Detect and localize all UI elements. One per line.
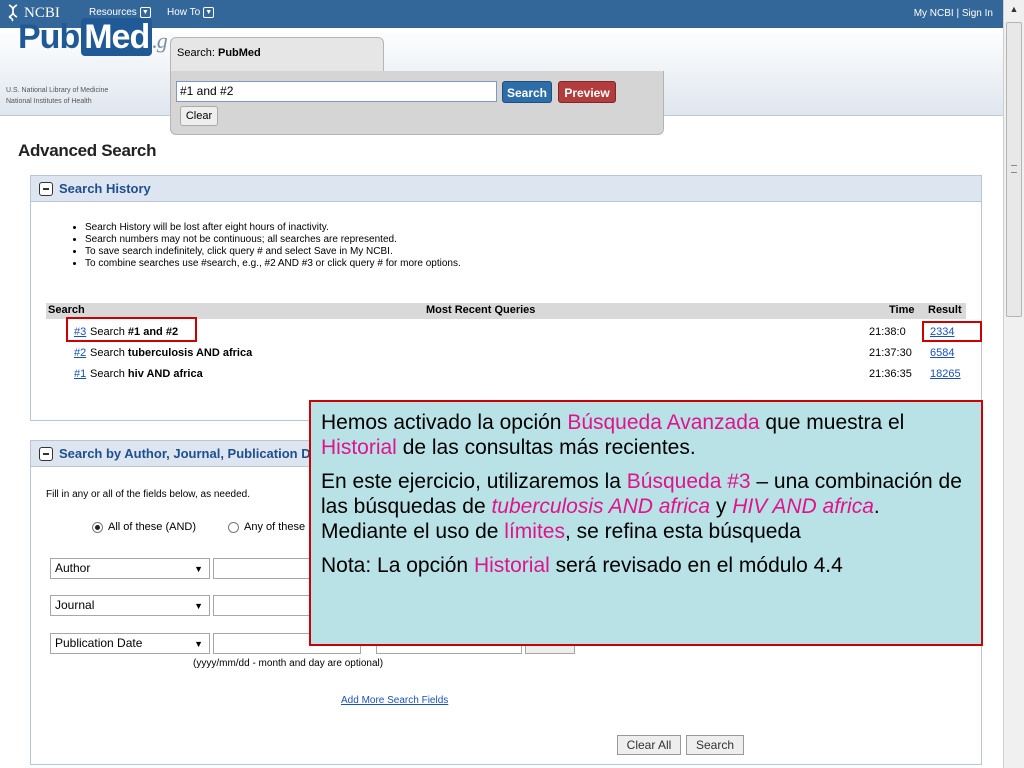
callout-text: que muestra el — [759, 411, 905, 434]
callout-text: Hemos activado la opción — [321, 411, 568, 434]
col-search: Search — [48, 304, 85, 316]
search-history-title: Search History — [59, 181, 151, 196]
scroll-grip-icon — [1011, 165, 1017, 173]
logo-suffix: .g — [152, 28, 167, 53]
search-history-section: Search History — [30, 175, 982, 421]
history-note: Search History will be lost after eight … — [85, 222, 461, 234]
scroll-up-arrow-icon[interactable]: ▲ — [1007, 4, 1021, 18]
callout-paragraph-2: En este ejercicio, utilizaremos la Búsqu… — [321, 469, 971, 544]
annotation-box-result — [922, 321, 982, 342]
query-terms: tuberculosis AND africa — [127, 347, 253, 359]
query-time: 21:38:0 — [869, 326, 906, 338]
radio-selected-icon[interactable] — [92, 521, 103, 533]
resources-label: Resources — [89, 7, 137, 18]
query-time: 21:37:30 — [869, 347, 912, 359]
query-number-link[interactable]: #2 — [74, 347, 86, 359]
history-note: Search numbers may not be continuous; al… — [85, 234, 461, 246]
chevron-down-icon: ▼ — [194, 601, 203, 611]
radio-unselected-icon[interactable] — [228, 521, 239, 533]
howto-menu[interactable]: How To ▼ — [167, 7, 215, 18]
add-search-fields-link[interactable]: Add More Search Fields — [341, 695, 448, 706]
search-history-header[interactable]: Search History — [31, 176, 981, 202]
howto-label: How To — [167, 7, 201, 18]
col-time: Time — [889, 304, 915, 316]
callout-text: será revisado en el módulo 4.4 — [549, 554, 843, 577]
collapse-minus-icon[interactable] — [39, 181, 53, 196]
author-search-button[interactable]: Search — [686, 735, 744, 755]
logo-med: Med — [81, 18, 153, 56]
callout-highlight: límites — [504, 520, 565, 543]
annotation-box-query3 — [66, 317, 197, 342]
callout-highlight: HIV AND africa — [732, 495, 874, 518]
callout-paragraph-3: Nota: La opción Historial será revisado … — [321, 553, 971, 578]
callout-text: de las consultas más recientes. — [396, 436, 696, 459]
query-prefix: Search — [90, 368, 125, 380]
fill-instructions: Fill in any or all of the fields below, … — [46, 489, 251, 500]
field-select-label: Journal — [55, 598, 95, 612]
chevron-down-icon: ▼ — [194, 639, 203, 649]
pubmed-logo[interactable]: Pub Med .g — [18, 18, 168, 57]
history-notes-list: Search History will be lost after eight … — [75, 222, 461, 270]
callout-paragraph-1: Hemos activado la opción Búsqueda Avanza… — [321, 410, 971, 460]
date-format-hint: (yyyy/mm/dd - month and day are optional… — [193, 658, 384, 669]
callout-text: y — [710, 495, 733, 518]
chevron-down-icon: ▼ — [194, 564, 203, 574]
query-terms: hiv AND africa — [127, 368, 203, 380]
query-prefix: Search — [90, 347, 125, 359]
chevron-down-icon: ▼ — [139, 7, 151, 18]
query-text: Search tuberculosis AND africa — [90, 347, 252, 359]
radio-all-and[interactable]: All of these (AND) — [92, 521, 196, 533]
field-select-label: Author — [55, 561, 91, 575]
callout-highlight: Historial — [321, 436, 397, 459]
field-select-label: Publication Date — [55, 636, 143, 650]
query-number-link[interactable]: #1 — [74, 368, 86, 380]
explanation-callout: Hemos activado la opción Búsqueda Avanza… — [309, 400, 983, 646]
search-button[interactable]: Search — [502, 81, 552, 103]
history-note: To combine searches use #search, e.g., #… — [85, 258, 461, 270]
table-row: #2 Search tuberculosis AND africa 21:37:… — [46, 345, 966, 361]
search-db-label: Search: PubMed — [177, 47, 261, 59]
callout-text: Nota: La opción — [321, 554, 474, 577]
result-count-link[interactable]: 18265 — [930, 368, 961, 380]
preview-button[interactable]: Preview — [558, 81, 616, 103]
clear-button[interactable]: Clear — [180, 106, 218, 126]
radio-any-label: Any of these — [244, 521, 306, 533]
my-ncbi-signin-link[interactable]: My NCBI | Sign In — [914, 8, 993, 19]
nlm-line-2: National Institutes of Health — [6, 98, 92, 105]
field-select-pubdate[interactable]: Publication Date ▼ — [50, 633, 210, 654]
search-by-author-title: Search by Author, Journal, Publication D… — [59, 446, 330, 461]
col-result: Result — [928, 304, 962, 316]
callout-highlight: tuberculosis AND africa — [491, 495, 711, 518]
callout-text: En este ejercicio, utilizaremos la — [321, 470, 627, 493]
query-time: 21:36:35 — [869, 368, 912, 380]
callout-highlight: Búsqueda Avanzada — [567, 411, 760, 434]
callout-highlight: Historial — [473, 554, 550, 577]
chevron-down-icon: ▼ — [203, 7, 215, 18]
scroll-thumb[interactable] — [1006, 22, 1022, 317]
field-select-journal[interactable]: Journal ▼ — [50, 595, 210, 616]
resources-menu[interactable]: Resources ▼ — [89, 7, 151, 18]
radio-all-label: All of these (AND) — [108, 521, 197, 533]
query-text: Search hiv AND africa — [90, 368, 203, 380]
result-count-link[interactable]: 6584 — [930, 347, 954, 359]
collapse-minus-icon[interactable] — [39, 446, 53, 461]
table-row: #1 Search hiv AND africa 21:36:35 18265 — [46, 366, 966, 382]
page-title: Advanced Search — [18, 141, 157, 160]
vertical-scrollbar[interactable]: ▲ — [1003, 0, 1024, 768]
callout-highlight: Búsqueda #3 — [626, 470, 751, 493]
radio-any-or[interactable]: Any of these — [228, 521, 305, 533]
nlm-line-1: U.S. National Library of Medicine — [6, 87, 109, 94]
logo-pub: Pub — [18, 18, 80, 56]
callout-text: , se refina esta búsqueda — [564, 520, 801, 543]
col-queries: Most Recent Queries — [426, 304, 536, 316]
field-select-author[interactable]: Author ▼ — [50, 558, 210, 579]
clear-all-button[interactable]: Clear All — [617, 735, 681, 755]
search-input[interactable]: #1 and #2 — [176, 81, 497, 102]
search-label-db: PubMed — [217, 47, 261, 59]
search-label-prefix: Search: — [177, 47, 215, 59]
history-note: To save search indefinitely, click query… — [85, 246, 461, 258]
